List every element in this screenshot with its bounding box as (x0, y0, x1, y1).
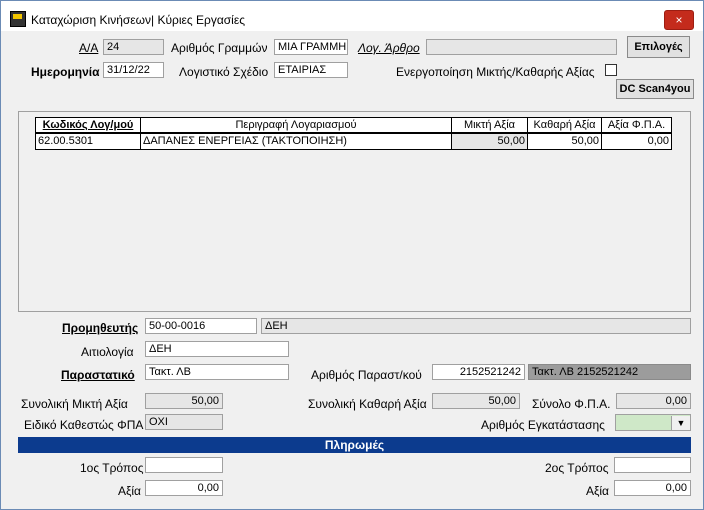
aa-label: Α/Α (79, 41, 99, 55)
gross-net-checkbox[interactable] (605, 64, 617, 76)
row-code-cell[interactable]: 62.00.5301 (35, 133, 141, 150)
row-gross-cell[interactable]: 50,00 (451, 133, 528, 150)
amount2-field[interactable]: 0,00 (614, 480, 691, 496)
total-vat-field: 0,00 (616, 393, 691, 409)
date-label: Ημερομηνία (31, 65, 100, 79)
doc-number-label: Αριθμός Παραστ/κού (311, 368, 422, 382)
row-net-cell[interactable]: 50,00 (527, 133, 602, 150)
payments-header: Πληρωμές (18, 437, 691, 453)
supplier-label[interactable]: Προμηθευτής (62, 321, 138, 335)
document-field[interactable]: Τακτ. ΛΒ (145, 364, 289, 380)
method2-label: 2ος Τρόπος (545, 461, 609, 475)
line-count-label: Αριθμός Γραμμών (171, 41, 268, 55)
total-gross-label: Συνολική Μικτή Αξία (21, 397, 128, 411)
close-button[interactable]: × (664, 10, 694, 30)
title-bar: Καταχώριση Κινήσεων| Κύριες Εργασίες × (1, 1, 703, 31)
amount1-label: Αξία (118, 484, 141, 498)
total-net-label: Συνολική Καθαρή Αξία (308, 397, 427, 411)
col-header-code[interactable]: Κωδικός Λογ/μού (35, 117, 141, 133)
vat-regime-field[interactable]: ΟΧΙ (145, 414, 223, 430)
method1-field[interactable] (145, 457, 223, 473)
plan-label: Λογιστικό Σχέδιο (179, 65, 269, 79)
amount2-label: Αξία (586, 484, 609, 498)
row-description-cell[interactable]: ΔΑΠΑΝΕΣ ΕΝΕΡΓΕΙΑΣ (ΤΑΚΤΟΠΟΙΗΣΗ) (140, 133, 452, 150)
reason-field[interactable]: ΔΕΗ (145, 341, 289, 357)
log-arthro-link[interactable]: Λογ. Άρθρο (358, 41, 420, 55)
reason-label: Αιτιολογία (81, 345, 134, 359)
total-vat-label: Σύνολο Φ.Π.Α. (532, 397, 611, 411)
app-icon (10, 11, 26, 27)
col-header-vat[interactable]: Αξία Φ.Π.Α. (601, 117, 672, 133)
total-net-field: 50,00 (432, 393, 520, 409)
method2-field[interactable] (614, 457, 691, 473)
supplier-code-field[interactable]: 50-00-0016 (145, 318, 257, 334)
log-arthro-field[interactable] (426, 39, 617, 55)
gross-net-label: Ενεργοποίηση Μικτής/Καθαρής Αξίας (396, 65, 595, 79)
amount1-field[interactable]: 0,00 (145, 480, 223, 496)
row-vat-cell[interactable]: 0,00 (601, 133, 672, 150)
col-header-net[interactable]: Καθαρή Αξία (527, 117, 602, 133)
doc-full-field: Τακτ. ΛΒ 2152521242 (528, 364, 691, 380)
installation-label: Αριθμός Εγκατάστασης (481, 418, 605, 432)
method1-label: 1ος Τρόπος (80, 461, 144, 475)
document-label[interactable]: Παραστατικό (61, 368, 135, 382)
doc-number-field[interactable]: 2152521242 (432, 364, 525, 380)
date-field[interactable]: 31/12/22 (103, 62, 164, 78)
supplier-name-field[interactable]: ΔΕΗ (261, 318, 691, 334)
col-header-gross[interactable]: Μικτή Αξία (451, 117, 528, 133)
total-gross-field: 50,00 (145, 393, 223, 409)
accounts-grid[interactable]: Κωδικός Λογ/μού Περιγραφή Λογαριασμού Μι… (18, 111, 691, 312)
options-button[interactable]: Επιλογές (627, 36, 690, 58)
plan-field[interactable]: ΕΤΑΙΡΙΑΣ (274, 62, 348, 78)
chevron-down-icon[interactable]: ▼ (671, 416, 690, 430)
line-count-field[interactable]: ΜΙΑ ΓΡΑΜΜΗ (274, 39, 348, 55)
scan4you-button[interactable]: DC Scan4you (616, 79, 694, 99)
window-title: Καταχώριση Κινήσεων| Κύριες Εργασίες (31, 13, 245, 27)
col-header-description[interactable]: Περιγραφή Λογαριασμού (140, 117, 452, 133)
aa-field[interactable]: 24 (103, 39, 164, 55)
main-window: Καταχώριση Κινήσεων| Κύριες Εργασίες × Α… (0, 0, 704, 510)
vat-regime-label: Ειδικό Καθεστώς ΦΠΑ (24, 418, 144, 432)
